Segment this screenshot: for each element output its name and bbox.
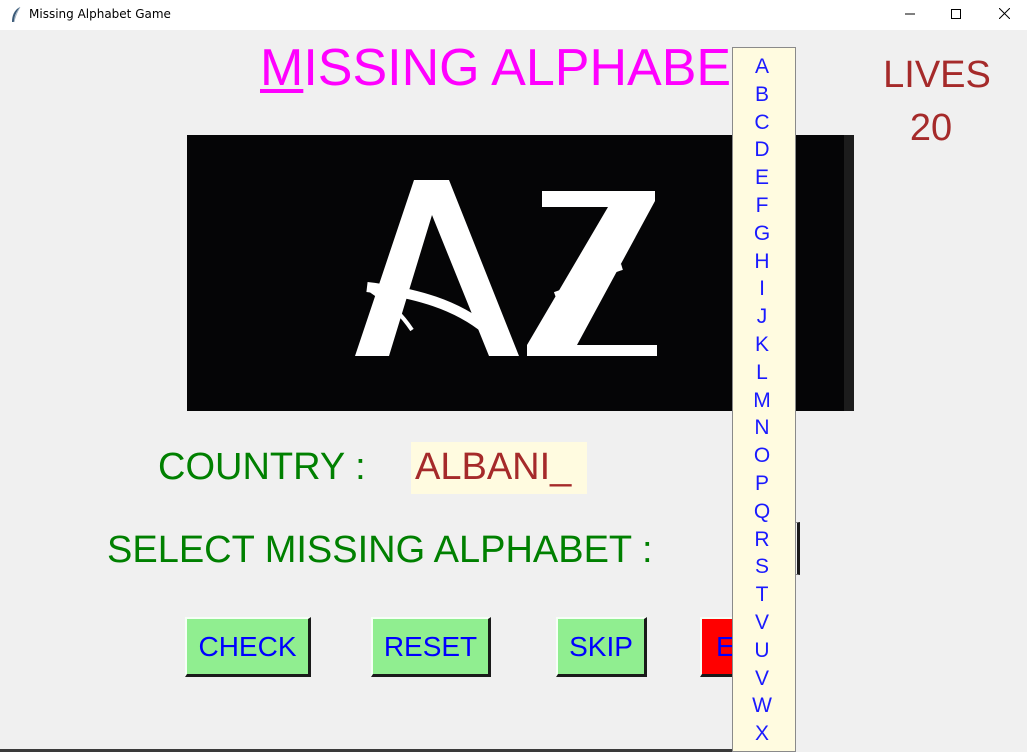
close-icon [998, 6, 1010, 24]
feather-icon [10, 6, 22, 24]
window-titlebar: Missing Alphabet Game [0, 0, 1027, 30]
minimize-button[interactable] [887, 0, 933, 30]
alphabet-option[interactable]: W [733, 692, 791, 720]
alphabet-option[interactable]: V [733, 609, 791, 637]
alphabet-option[interactable]: S [733, 553, 791, 581]
alphabet-option[interactable]: N [733, 414, 791, 442]
alphabet-option[interactable]: H [733, 248, 791, 276]
alphabet-option[interactable]: V [733, 665, 791, 693]
alphabet-option[interactable]: Q [733, 498, 791, 526]
alphabet-option[interactable]: A [733, 53, 791, 81]
check-button[interactable]: CHECK [185, 617, 311, 677]
maximize-icon [951, 6, 961, 24]
alphabet-option[interactable]: I [733, 275, 791, 303]
alphabet-option[interactable]: J [733, 303, 791, 331]
alphabet-options: ABCDEFGHIJKLMNOPQRSTVUVWX [733, 48, 795, 748]
window-title: Missing Alphabet Game [29, 7, 171, 21]
alphabet-dropdown-list[interactable]: ABCDEFGHIJKLMNOPQRSTVUVWX [732, 47, 796, 752]
lives-value: 20 [909, 107, 953, 149]
country-word-display: ALBANI_ [411, 442, 587, 494]
alphabet-option[interactable]: C [733, 109, 791, 137]
alphabet-option[interactable]: O [733, 442, 791, 470]
page-title-first-letter: M [260, 39, 304, 97]
reset-button[interactable]: RESET [371, 617, 491, 677]
page-title: MISSING ALPHABE [260, 42, 731, 94]
select-missing-alphabet-label: SELECT MISSING ALPHABET : [107, 529, 653, 571]
page-title-rest: ISSING ALPHABE [303, 39, 732, 97]
alphabet-option[interactable]: B [733, 81, 791, 109]
alphabet-option[interactable]: M [733, 387, 791, 415]
lives-label: LIVES [883, 54, 991, 96]
alphabet-option[interactable]: G [733, 220, 791, 248]
alphabet-option[interactable]: L [733, 359, 791, 387]
minimize-icon [905, 6, 915, 24]
skip-button[interactable]: SKIP [556, 617, 647, 677]
alphabet-option[interactable]: F [733, 192, 791, 220]
alphabet-option[interactable]: U [733, 637, 791, 665]
alphabet-option[interactable]: D [733, 136, 791, 164]
alphabet-option[interactable]: R [733, 526, 791, 554]
alphabet-option[interactable]: K [733, 331, 791, 359]
country-label: COUNTRY : [158, 446, 366, 488]
alphabet-option[interactable]: E [733, 164, 791, 192]
alphabet-option[interactable]: X [733, 720, 791, 748]
alphabet-option[interactable]: P [733, 470, 791, 498]
close-button[interactable] [981, 0, 1027, 30]
alphabet-option[interactable]: T [733, 581, 791, 609]
maximize-button[interactable] [933, 0, 979, 30]
